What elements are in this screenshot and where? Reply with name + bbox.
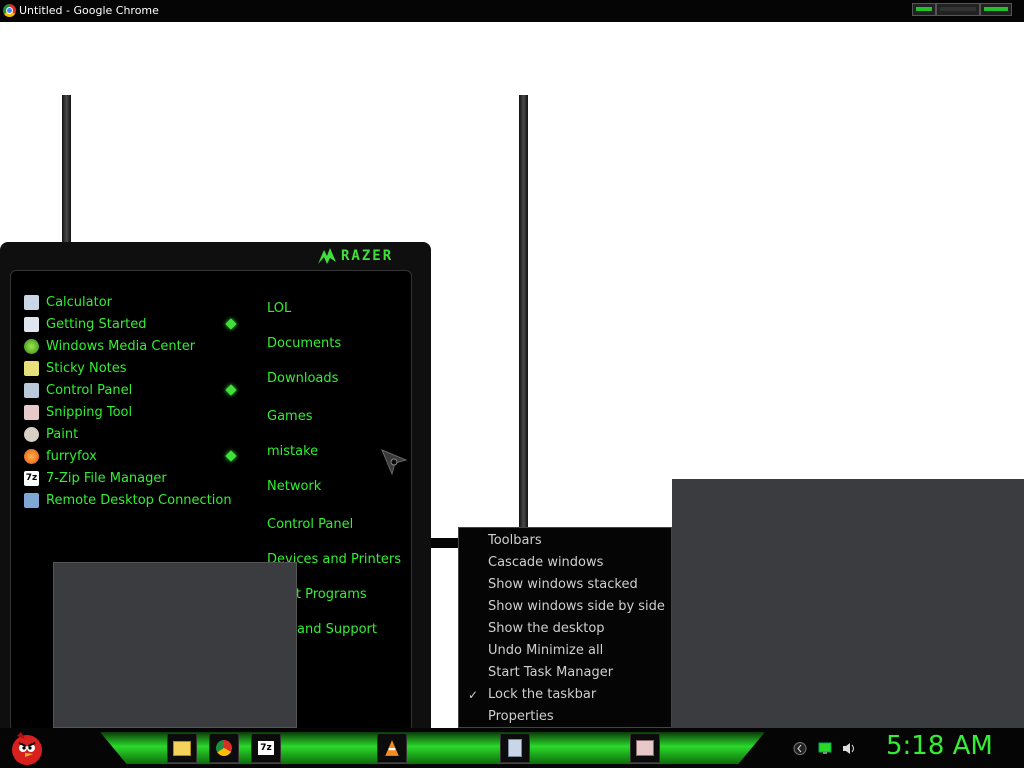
place-help-support[interactable]: and Support <box>297 622 377 637</box>
program-furryfox[interactable]: furryfox <box>24 446 97 466</box>
program-calculator[interactable]: Calculator <box>24 292 112 312</box>
chrome-icon <box>216 740 232 756</box>
program-media-center[interactable]: Windows Media Center <box>24 336 195 356</box>
taskbar-explorer-button[interactable] <box>167 733 197 763</box>
menu-item-show-side-by-side[interactable]: Show windows side by side <box>488 599 665 614</box>
place-network[interactable]: Network <box>267 479 321 494</box>
program-remote-desktop[interactable]: Remote Desktop Connection <box>24 490 232 510</box>
place-mistake[interactable]: mistake <box>267 444 318 459</box>
program-7zip[interactable]: 7z 7-Zip File Manager <box>24 468 167 488</box>
explorer-icon <box>173 740 191 756</box>
tray-expand-icon[interactable] <box>793 742 807 755</box>
menu-item-undo-minimize-all[interactable]: Undo Minimize all <box>488 643 603 658</box>
place-documents[interactable]: Documents <box>267 336 341 351</box>
menu-item-toolbars[interactable]: Toolbars <box>488 533 542 548</box>
overlay-panel <box>53 562 297 728</box>
taskbar-snipping-tool-button[interactable] <box>630 733 660 763</box>
control-panel-icon <box>24 382 39 398</box>
volume-icon[interactable] <box>842 742 856 755</box>
program-snipping-tool[interactable]: Snipping Tool <box>24 402 132 422</box>
paint-icon <box>24 426 39 442</box>
place-games[interactable]: Games <box>267 409 312 424</box>
program-getting-started[interactable]: Getting Started <box>24 314 147 334</box>
overlay-panel <box>672 479 1024 728</box>
program-control-panel[interactable]: Control Panel <box>24 380 132 400</box>
taskbar-7zip-button[interactable]: 7z <box>251 733 281 763</box>
menu-item-start-task-manager[interactable]: Start Task Manager <box>488 665 613 680</box>
decorative-bar <box>428 538 460 548</box>
taskbar-clock[interactable]: 5:18 AM <box>886 731 993 761</box>
7zip-icon: 7z <box>258 741 274 755</box>
minimize-button[interactable] <box>912 3 936 16</box>
media-center-icon <box>24 338 39 354</box>
program-paint[interactable]: Paint <box>24 424 78 444</box>
taskbar-vlc-button[interactable] <box>377 733 407 763</box>
razer-cursor-icon <box>381 449 408 476</box>
sticky-notes-icon <box>24 360 39 376</box>
decorative-pole <box>62 95 71 245</box>
snipping-tool-icon <box>24 404 39 420</box>
taskbar-chrome-button[interactable] <box>209 733 239 763</box>
angry-bird-icon <box>12 732 42 765</box>
firefox-icon <box>24 448 39 464</box>
close-button[interactable] <box>980 3 1012 16</box>
menu-item-properties[interactable]: Properties <box>488 709 554 724</box>
place-control-panel[interactable]: Control Panel <box>267 517 353 532</box>
place-downloads[interactable]: Downloads <box>267 371 338 386</box>
razer-brand: RAZER <box>341 248 394 264</box>
snipping-tool-icon <box>636 740 654 756</box>
razer-logo-icon <box>318 248 336 264</box>
check-mark-icon: ✓ <box>468 688 479 702</box>
vlc-icon <box>385 740 399 756</box>
taskbar-context-menu: Toolbars Cascade windows Show windows st… <box>458 527 672 728</box>
menu-item-show-windows-stacked[interactable]: Show windows stacked <box>488 577 638 592</box>
calculator-icon <box>508 739 522 757</box>
chrome-icon <box>3 4 16 17</box>
start-button[interactable] <box>9 730 45 766</box>
calculator-icon <box>24 294 39 310</box>
getting-started-icon <box>24 316 39 332</box>
window-titlebar: Untitled - Google Chrome <box>0 0 1024 22</box>
taskbar-glow <box>100 732 765 764</box>
place-lol[interactable]: LOL <box>267 301 291 316</box>
menu-item-lock-taskbar[interactable]: Lock the taskbar <box>488 687 596 702</box>
window-title: Untitled - Google Chrome <box>19 4 159 17</box>
decorative-pole <box>519 95 528 527</box>
network-icon[interactable] <box>818 742 832 755</box>
maximize-button[interactable] <box>936 3 980 16</box>
7zip-icon: 7z <box>24 470 39 486</box>
remote-desktop-icon <box>24 492 39 508</box>
program-sticky-notes[interactable]: Sticky Notes <box>24 358 127 378</box>
menu-item-show-desktop[interactable]: Show the desktop <box>488 621 605 636</box>
taskbar-calculator-button[interactable] <box>500 733 530 763</box>
menu-item-cascade-windows[interactable]: Cascade windows <box>488 555 603 570</box>
